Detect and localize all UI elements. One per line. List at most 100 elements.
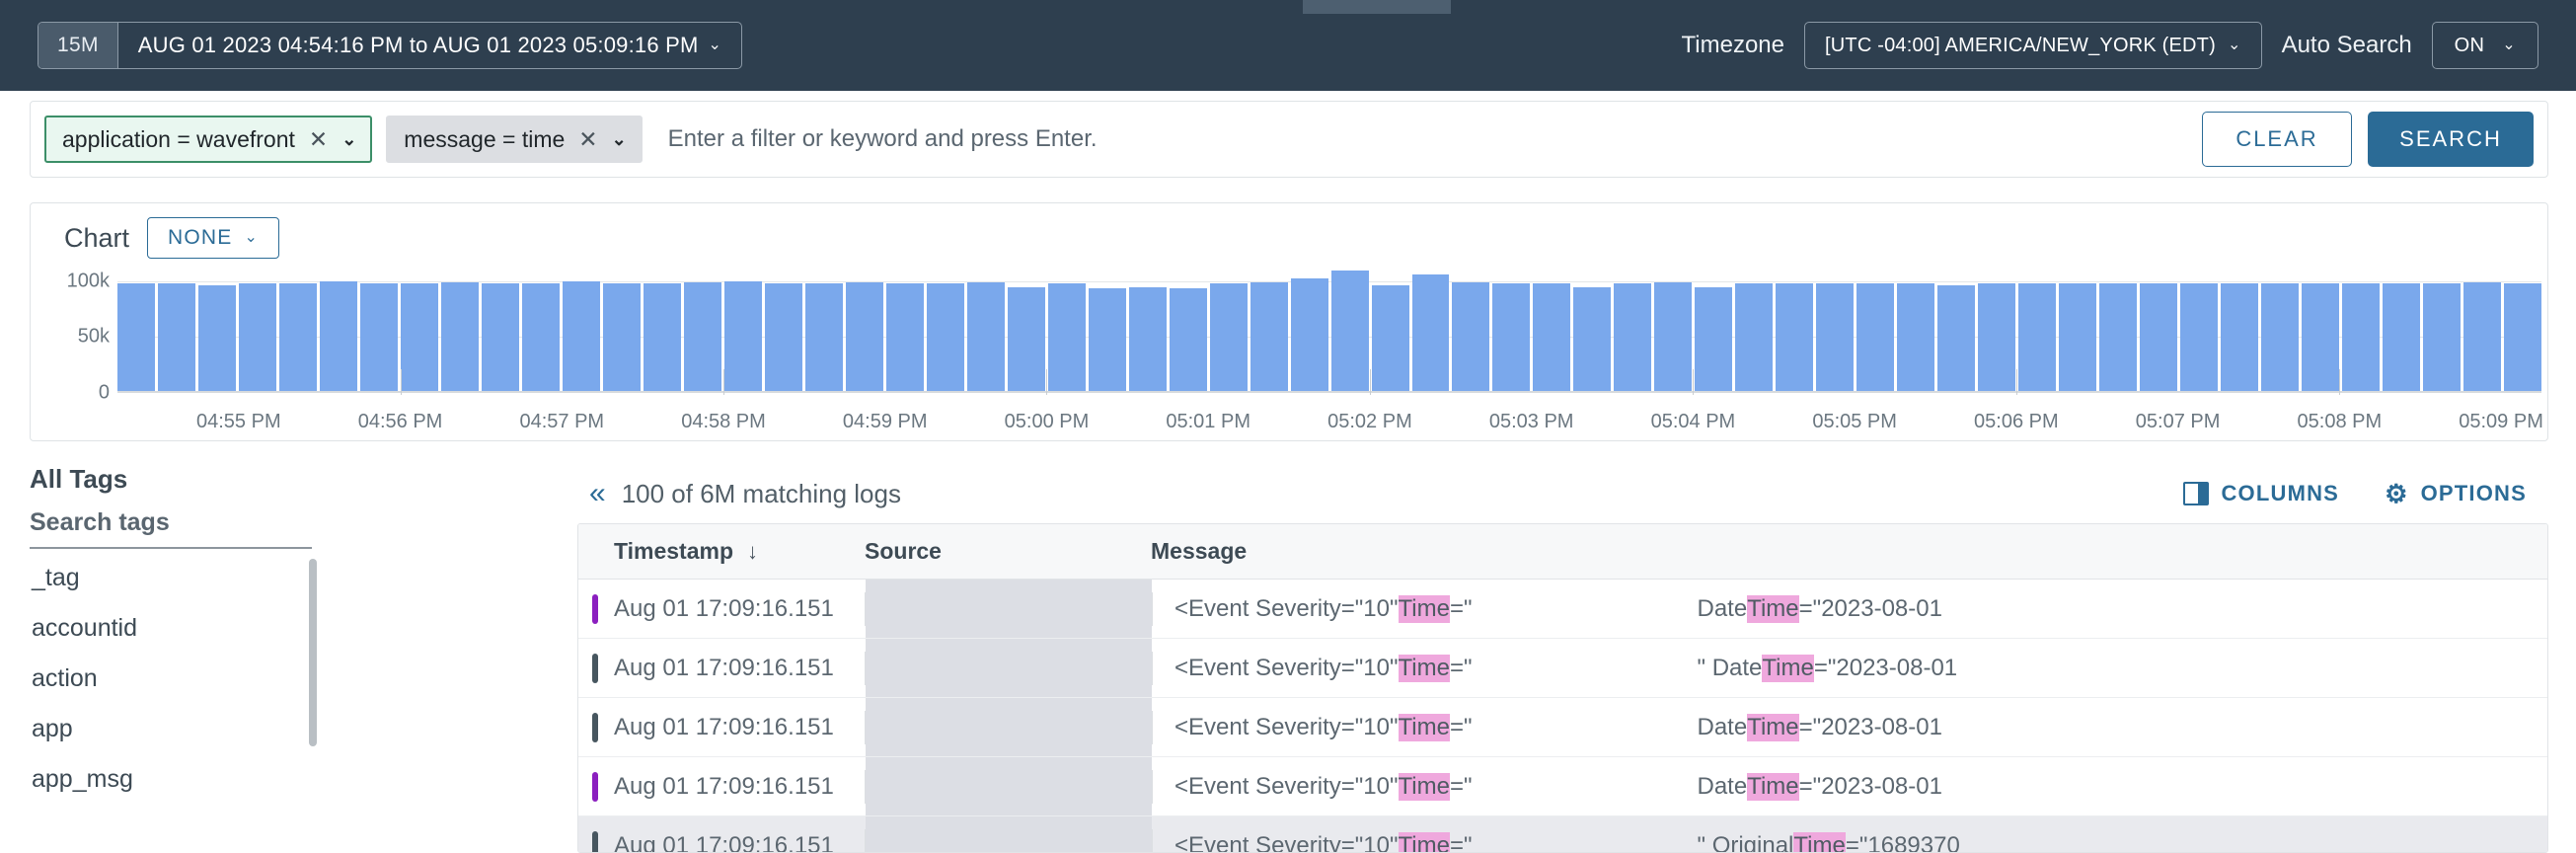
chart-bar[interactable] xyxy=(1816,283,1855,391)
column-header-source[interactable]: Source xyxy=(865,538,1151,565)
chart-bar[interactable] xyxy=(521,283,560,391)
tag-list-scrollbar[interactable] xyxy=(309,559,317,746)
tag-search-input[interactable]: Search tags xyxy=(30,508,312,549)
sidebar-tag-item[interactable]: action xyxy=(30,654,316,704)
filter-chip-application[interactable]: application = wavefront ✕ ⌄ xyxy=(44,116,373,163)
chart-bar[interactable] xyxy=(1007,286,1045,391)
chart-bar[interactable] xyxy=(1452,282,1490,391)
clear-button[interactable]: CLEAR xyxy=(2202,112,2352,167)
chart-bar[interactable] xyxy=(2018,283,2057,391)
chart-bar[interactable] xyxy=(1533,283,1571,391)
chart-bar[interactable] xyxy=(117,283,155,391)
time-range-value[interactable]: AUG 01 2023 04:54:16 PM to AUG 01 2023 0… xyxy=(118,23,741,68)
chart-bar[interactable] xyxy=(1088,288,1126,391)
chart-bar[interactable] xyxy=(440,282,479,391)
time-range-picker[interactable]: 15M AUG 01 2023 04:54:16 PM to AUG 01 20… xyxy=(38,22,743,69)
chart-bar[interactable] xyxy=(2180,283,2219,391)
chart-bar[interactable] xyxy=(1169,288,1207,391)
chart-bar[interactable] xyxy=(238,283,276,391)
close-icon[interactable]: ✕ xyxy=(578,127,597,151)
time-range-quantity[interactable]: 15M xyxy=(38,23,118,68)
cell-message: <Event Severity="10" Time =" Date Time ="202… xyxy=(1153,772,2547,801)
chart-bar[interactable] xyxy=(2463,282,2502,391)
chart-bar[interactable] xyxy=(2099,283,2138,391)
chart-bar[interactable] xyxy=(2504,283,2542,391)
table-row[interactable]: Aug 01 17:09:16.151 <Event Severity="10" … xyxy=(578,580,2547,639)
chevron-down-icon: ⌄ xyxy=(244,229,260,246)
chart-bar[interactable] xyxy=(845,282,883,391)
chart-bar[interactable] xyxy=(723,281,762,391)
chart-bar[interactable] xyxy=(885,283,924,391)
chart-bar[interactable] xyxy=(643,283,681,391)
chart-bar[interactable] xyxy=(1695,286,1733,391)
table-row[interactable]: Aug 01 17:09:16.151 <Event Severity="10" … xyxy=(578,816,2547,852)
chart-bar[interactable] xyxy=(1128,286,1167,391)
column-header-message[interactable]: Message xyxy=(1151,538,2547,565)
chart-bar[interactable] xyxy=(1047,283,1086,391)
message-highlight: Time xyxy=(1793,831,1846,852)
chart-bar[interactable] xyxy=(278,283,317,391)
chart-bar[interactable] xyxy=(400,283,438,391)
chart-bar[interactable] xyxy=(2302,283,2340,391)
chart-bar[interactable] xyxy=(1654,282,1693,391)
chart-bar[interactable] xyxy=(197,284,236,391)
chart-bar[interactable] xyxy=(1897,283,1935,391)
chart-bar[interactable] xyxy=(1290,277,1328,391)
chart-bar[interactable] xyxy=(1735,283,1774,391)
chart-bar[interactable] xyxy=(1209,283,1248,391)
close-icon[interactable]: ✕ xyxy=(309,127,328,151)
search-input[interactable]: Enter a filter or keyword and press Ente… xyxy=(668,125,1098,153)
chart-bar[interactable] xyxy=(966,282,1005,391)
sidebar-tag-item[interactable]: app_msg xyxy=(30,754,316,805)
chart-bar[interactable] xyxy=(2342,283,2381,391)
chart-bar[interactable] xyxy=(2059,283,2097,391)
chart-bar[interactable] xyxy=(2261,283,2300,391)
sidebar-tag-item[interactable]: accountid xyxy=(30,603,316,654)
chart-bar[interactable] xyxy=(1371,284,1409,391)
search-button[interactable]: SEARCH xyxy=(2368,112,2534,167)
chart-bar[interactable] xyxy=(1573,286,1612,391)
columns-button[interactable]: COLUMNS xyxy=(2183,481,2339,506)
chart-bar[interactable] xyxy=(1614,283,1652,391)
options-button[interactable]: ⚙ OPTIONS xyxy=(2385,481,2527,506)
chart-bar[interactable] xyxy=(1856,283,1895,391)
chart-bar[interactable] xyxy=(359,283,398,391)
chart-mode-select[interactable]: NONE ⌄ xyxy=(147,217,280,259)
chart-bar[interactable] xyxy=(319,281,357,391)
chart-bar[interactable] xyxy=(157,283,195,391)
chart-bar[interactable] xyxy=(2140,283,2178,391)
chart-bar[interactable] xyxy=(1330,270,1369,391)
timezone-select[interactable]: [UTC -04:00] AMERICA/NEW_YORK (EDT) ⌄ xyxy=(1804,22,2262,69)
chart-bar[interactable] xyxy=(1250,282,1288,391)
chevron-down-icon[interactable]: ⌄ xyxy=(341,130,356,148)
columns-button-label: COLUMNS xyxy=(2221,481,2340,505)
chart-bar[interactable] xyxy=(2383,283,2421,391)
chart-bar[interactable] xyxy=(1492,283,1531,391)
sidebar-tag-item[interactable]: app xyxy=(30,704,316,754)
column-header-timestamp[interactable]: Timestamp ↓ xyxy=(578,538,865,565)
sidebar-tag-item[interactable]: _tag xyxy=(30,553,316,603)
chart-bar[interactable] xyxy=(2221,283,2259,391)
table-row[interactable]: Aug 01 17:09:16.151 <Event Severity="10" … xyxy=(578,757,2547,816)
auto-search-select[interactable]: ON ⌄ xyxy=(2431,22,2538,69)
filter-chip-message[interactable]: message = time ✕ ⌄ xyxy=(386,116,643,163)
chart-bar[interactable] xyxy=(1411,274,1450,391)
chart-bar[interactable] xyxy=(562,281,600,391)
table-row[interactable]: Aug 01 17:09:16.151 <Event Severity="10" … xyxy=(578,698,2547,757)
chart-bar[interactable] xyxy=(2423,283,2462,391)
chart-bar[interactable] xyxy=(926,283,964,391)
collapse-sidebar-icon[interactable]: « xyxy=(589,479,606,508)
table-row[interactable]: Aug 01 17:09:16.151 <Event Severity="10" … xyxy=(578,639,2547,698)
chart-bar[interactable] xyxy=(602,283,641,391)
chart-bar[interactable] xyxy=(764,283,802,391)
chart-bar[interactable] xyxy=(1978,283,2016,391)
filter-bar[interactable]: application = wavefront ✕ ⌄ message = ti… xyxy=(30,101,2548,178)
sort-descending-icon[interactable]: ↓ xyxy=(747,539,758,565)
chart-plot-area[interactable] xyxy=(117,265,2542,393)
chevron-down-icon[interactable]: ⌄ xyxy=(612,130,627,148)
chart-bar[interactable] xyxy=(804,283,843,391)
chart-bar[interactable] xyxy=(481,283,519,391)
chart-bar[interactable] xyxy=(1776,283,1814,391)
chart-bar[interactable] xyxy=(1937,284,1976,391)
chart-bar[interactable] xyxy=(683,282,721,391)
